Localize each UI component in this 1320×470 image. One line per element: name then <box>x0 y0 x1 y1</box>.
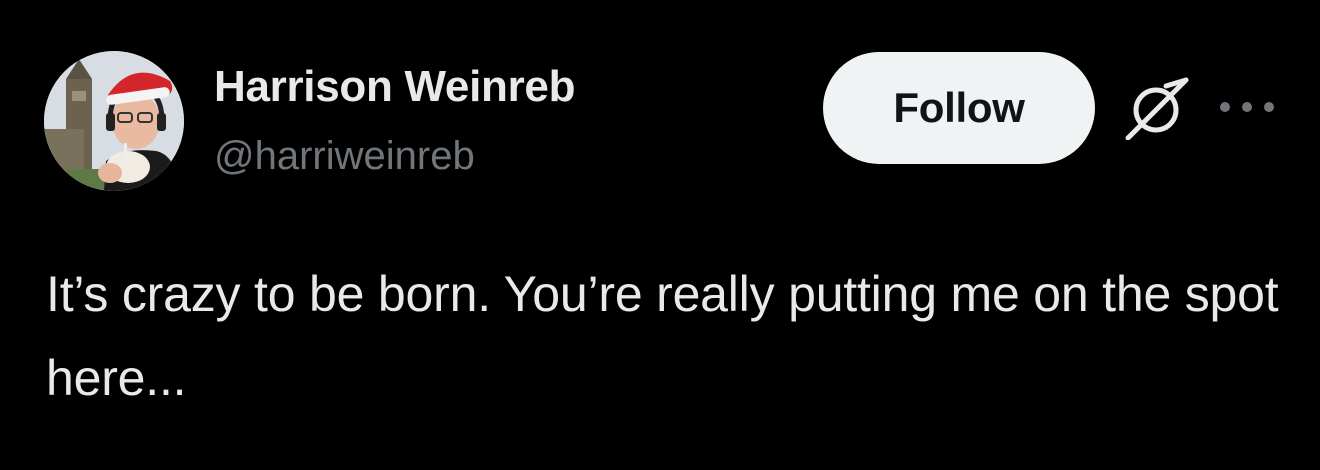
avatar-image <box>44 51 184 191</box>
tweet-text: It’s crazy to be born. You’re really put… <box>46 266 1279 406</box>
author-handle[interactable]: @harriweinreb <box>214 134 475 179</box>
more-icon[interactable] <box>1218 96 1276 118</box>
avatar[interactable] <box>44 51 184 191</box>
tweet-card: Harrison Weinreb @harriweinreb Follow It… <box>0 0 1320 470</box>
follow-button[interactable]: Follow <box>823 52 1095 164</box>
grok-icon[interactable] <box>1120 76 1192 141</box>
author-display-name[interactable]: Harrison Weinreb <box>214 62 575 112</box>
